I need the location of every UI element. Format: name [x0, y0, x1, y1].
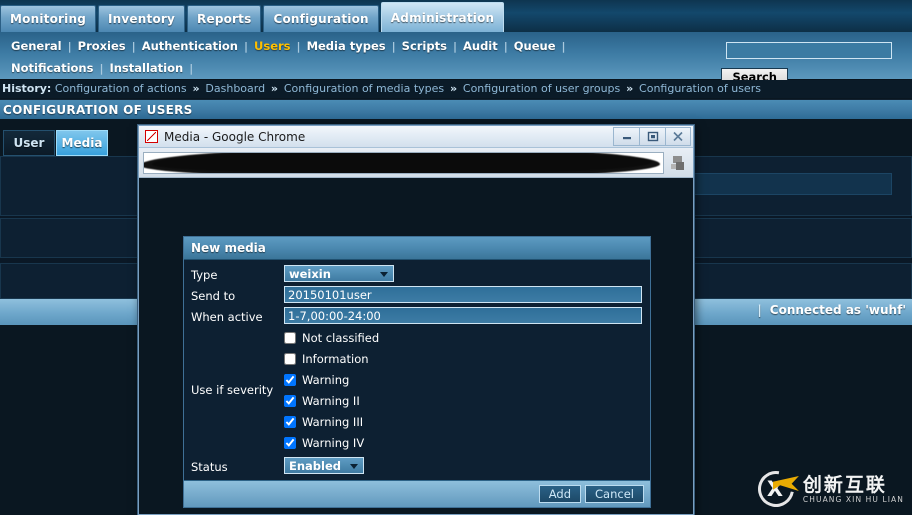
submenu-separator: | — [189, 61, 194, 75]
when-active-label: When active — [191, 310, 263, 324]
popup-title: Media - Google Chrome — [164, 129, 306, 144]
severity-item[interactable]: Warning — [284, 369, 379, 390]
search-input[interactable] — [726, 42, 892, 59]
submenu-item-audit[interactable]: Audit — [458, 39, 503, 53]
cancel-button[interactable]: Cancel — [585, 485, 644, 503]
severity-checkbox-label[interactable]: Warning II — [302, 394, 360, 408]
submenu-item-notifications[interactable]: Notifications — [6, 61, 98, 75]
breadcrumb-separator: » — [622, 82, 638, 95]
main-menu-item-monitoring[interactable]: Monitoring — [0, 5, 96, 32]
extension-icon[interactable] — [667, 152, 689, 174]
severity-checkbox-warning-iii[interactable] — [284, 415, 296, 428]
severity-checkbox-label[interactable]: Not classified — [302, 331, 379, 345]
severity-item[interactable]: Warning IV — [284, 432, 379, 453]
severity-checkbox-information[interactable] — [284, 352, 296, 365]
popup-title-bar[interactable]: Media - Google Chrome — [139, 126, 693, 148]
breadcrumb-item[interactable]: Configuration of user groups — [463, 82, 620, 95]
when-active-input[interactable] — [284, 307, 642, 324]
status-label: Status — [191, 460, 228, 474]
watermark: X 创新互联 CHUANG XIN HU LIAN — [750, 463, 904, 515]
severity-item[interactable]: Information — [284, 348, 379, 369]
severity-checkbox-label[interactable]: Warning III — [302, 415, 363, 429]
type-select[interactable]: weixin — [284, 265, 394, 282]
severity-label: Use if severity — [191, 383, 274, 397]
field-row-type: Type weixin — [184, 263, 650, 284]
main-menu-item-configuration[interactable]: Configuration — [263, 5, 379, 32]
submenu-item-scripts[interactable]: Scripts — [397, 39, 452, 53]
submenu-item-media-types[interactable]: Media types — [302, 39, 391, 53]
send-to-label: Send to — [191, 289, 236, 303]
breadcrumb-item[interactable]: Configuration of actions — [55, 82, 187, 95]
form-tab-media[interactable]: Media — [56, 130, 108, 156]
severity-item[interactable]: Warning III — [284, 411, 379, 432]
breadcrumb-separator: » — [446, 82, 461, 95]
connected-as-label: Connected as 'wuhf' — [769, 303, 906, 317]
maximize-icon — [647, 131, 658, 141]
field-row-when-active: When active — [184, 305, 650, 326]
submenu-separator: | — [561, 39, 566, 53]
popup-content: New media Type weixin Send to 20150101us… — [139, 178, 693, 514]
field-row-severity: Use if severity Not classified Informatio… — [184, 326, 650, 453]
breadcrumb-separator: » — [267, 82, 282, 95]
field-row-status: Status EnabledDisabled — [184, 453, 650, 480]
minimize-icon — [622, 137, 631, 140]
submenu-item-queue[interactable]: Queue — [509, 39, 561, 53]
main-menu-item-inventory[interactable]: Inventory — [98, 5, 186, 32]
severity-checkbox-warning[interactable] — [284, 373, 296, 386]
field-row-send-to: Send to — [184, 284, 650, 305]
screen: Monitoring Inventory Reports Configuration A… — [0, 0, 912, 515]
background-field-block — [694, 173, 892, 195]
form-tab-user[interactable]: User — [3, 130, 55, 156]
breadcrumb-separator: » — [188, 82, 204, 95]
close-button[interactable] — [665, 126, 691, 146]
submenu-item-proxies[interactable]: Proxies — [73, 39, 131, 53]
minimize-button[interactable] — [613, 126, 639, 146]
severity-checkbox-warning-iv[interactable] — [284, 436, 296, 449]
cx-logo-icon: X — [750, 463, 801, 515]
status-separator: | — [757, 303, 762, 317]
submenu-item-general[interactable]: General — [6, 39, 67, 53]
main-menu-bar: Monitoring Inventory Reports Configuration A… — [0, 0, 912, 32]
submenu-item-users[interactable]: Users — [249, 39, 296, 53]
zabbix-favicon-icon — [145, 130, 158, 143]
connected-status: | Connected as 'wuhf' — [757, 303, 906, 317]
watermark-cn: 创新互联 — [802, 474, 887, 496]
breadcrumb-item[interactable]: Configuration of users — [639, 82, 761, 95]
window-buttons — [613, 126, 693, 147]
page-title: CONFIGURATION OF USERS — [0, 99, 912, 119]
watermark-en: CHUANG XIN HU LIAN — [802, 495, 904, 504]
maximize-button[interactable] — [639, 126, 665, 146]
main-menu-item-reports[interactable]: Reports — [187, 5, 262, 32]
severity-checkbox-list: Not classified Information Warning Warning … — [284, 327, 379, 453]
address-bar[interactable] — [143, 151, 664, 174]
severity-checkbox-not-classified[interactable] — [284, 331, 296, 344]
severity-item[interactable]: Warning II — [284, 390, 379, 411]
popup-toolbar — [139, 148, 693, 178]
severity-item[interactable]: Not classified — [284, 327, 379, 348]
new-media-heading: New media — [184, 237, 650, 260]
form-tabs: User Media — [3, 130, 109, 156]
new-media-form: New media Type weixin Send to 20150101us… — [183, 236, 651, 508]
breadcrumb-item[interactable]: Configuration of media types — [284, 82, 444, 95]
send-to-input[interactable] — [284, 286, 642, 303]
severity-checkbox-warning-ii[interactable] — [284, 394, 296, 407]
breadcrumb-item[interactable]: Dashboard — [205, 82, 265, 95]
severity-checkbox-label[interactable]: Information — [302, 352, 369, 366]
type-label: Type — [191, 268, 218, 282]
media-popup-window: Media - Google Chrome New media Type wei… — [138, 125, 694, 515]
redaction-overlay — [144, 152, 660, 173]
status-select[interactable]: EnabledDisabled — [284, 457, 364, 474]
submenu-item-authentication[interactable]: Authentication — [137, 39, 243, 53]
submenu-item-installation[interactable]: Installation — [104, 61, 188, 75]
severity-checkbox-label[interactable]: Warning — [302, 373, 349, 387]
breadcrumb-label: History: — [2, 82, 52, 95]
add-button[interactable]: Add — [538, 485, 582, 503]
severity-checkbox-label[interactable]: Warning IV — [302, 436, 364, 450]
main-menu-item-administration[interactable]: Administration — [380, 2, 505, 32]
breadcrumb: History: Configuration of actions » Dash… — [0, 80, 912, 98]
form-actions: Add Cancel — [184, 480, 650, 507]
close-icon — [673, 131, 683, 141]
